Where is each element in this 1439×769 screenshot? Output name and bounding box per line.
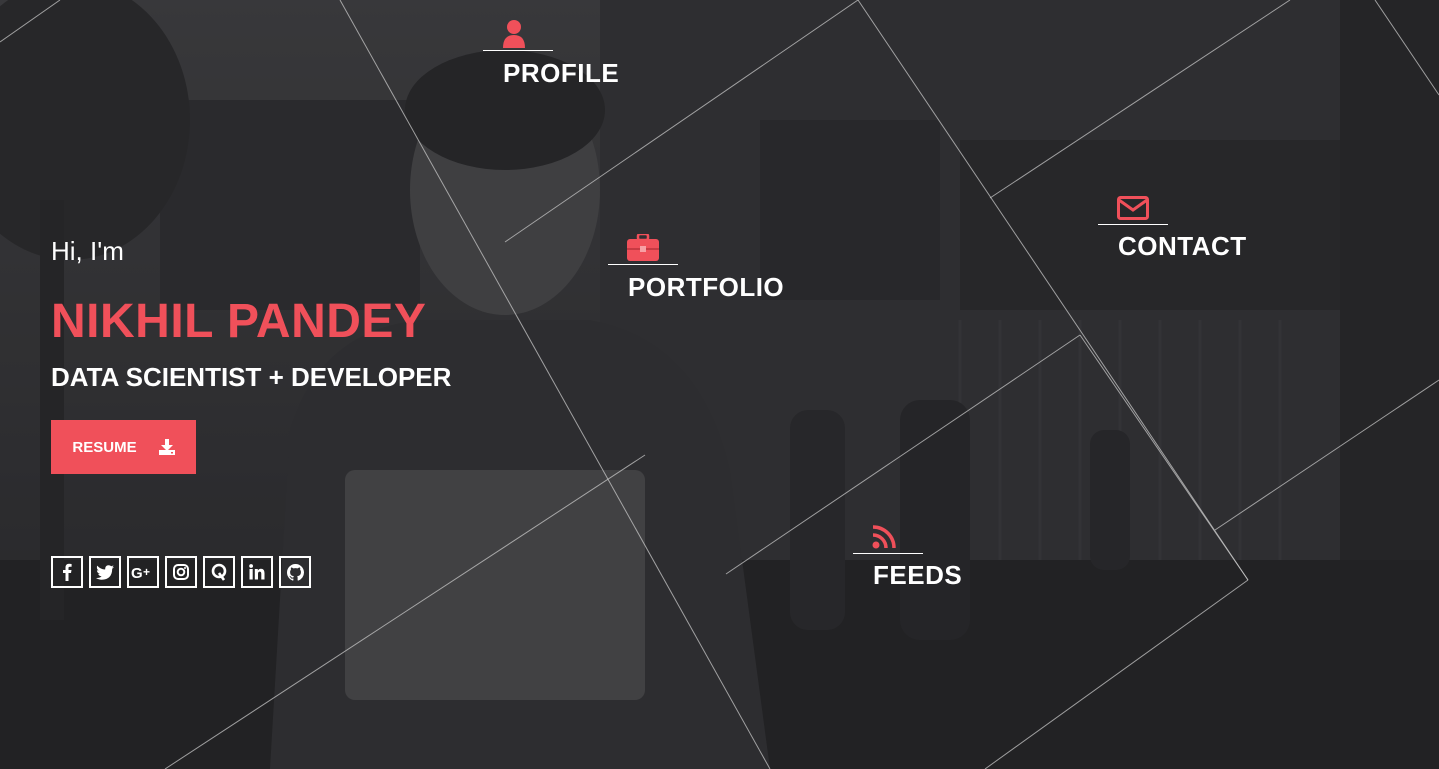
github-icon — [286, 563, 304, 581]
rss-icon — [872, 525, 896, 549]
nav-contact[interactable]: CONTACT — [1098, 194, 1263, 269]
twitter-link[interactable] — [89, 556, 121, 588]
linkedin-icon — [249, 564, 265, 580]
nav-feeds-rule — [853, 553, 923, 554]
nav-feeds-label: FEEDS — [873, 560, 963, 590]
nav-profile-label: PROFILE — [503, 58, 620, 88]
download-icon — [158, 439, 175, 455]
instagram-link[interactable] — [165, 556, 197, 588]
github-link[interactable] — [279, 556, 311, 588]
resume-button[interactable]: RESUME — [51, 420, 196, 474]
social-links: G + — [51, 556, 311, 588]
nav-contact-label: CONTACT — [1118, 231, 1247, 261]
envelope-icon — [1117, 196, 1149, 220]
user-icon — [503, 20, 525, 48]
nav-feeds[interactable]: FEEDS — [853, 523, 983, 598]
nav-portfolio[interactable]: PORTFOLIO — [608, 232, 793, 307]
facebook-icon — [63, 563, 72, 581]
person-role: DATA SCIENTIST + DEVELOPER — [51, 362, 452, 392]
google-plus-link[interactable]: G + — [127, 556, 159, 588]
nav-portfolio-label: PORTFOLIO — [628, 272, 785, 302]
greeting-text: Hi, I'm — [51, 236, 124, 266]
google-plus-icon: G + — [131, 565, 150, 580]
nav-profile-rule — [483, 50, 553, 51]
linkedin-link[interactable] — [241, 556, 273, 588]
briefcase-icon — [627, 234, 659, 261]
facebook-link[interactable] — [51, 556, 83, 588]
resume-button-label: RESUME — [72, 438, 137, 456]
nav-profile[interactable]: PROFILE — [483, 18, 623, 93]
instagram-icon — [173, 564, 189, 580]
svg-text:+: + — [143, 565, 150, 579]
svg-text:G: G — [131, 565, 143, 580]
quora-icon — [211, 563, 227, 581]
person-name: NIKHIL PANDEY — [51, 295, 427, 348]
twitter-icon — [96, 564, 114, 580]
hero-page: PROFILE PORTFOLIO CONTACT FEEDS Hi, I'm … — [0, 0, 1439, 769]
quora-link[interactable] — [203, 556, 235, 588]
nav-contact-rule — [1098, 224, 1168, 225]
nav-portfolio-rule — [608, 264, 678, 265]
